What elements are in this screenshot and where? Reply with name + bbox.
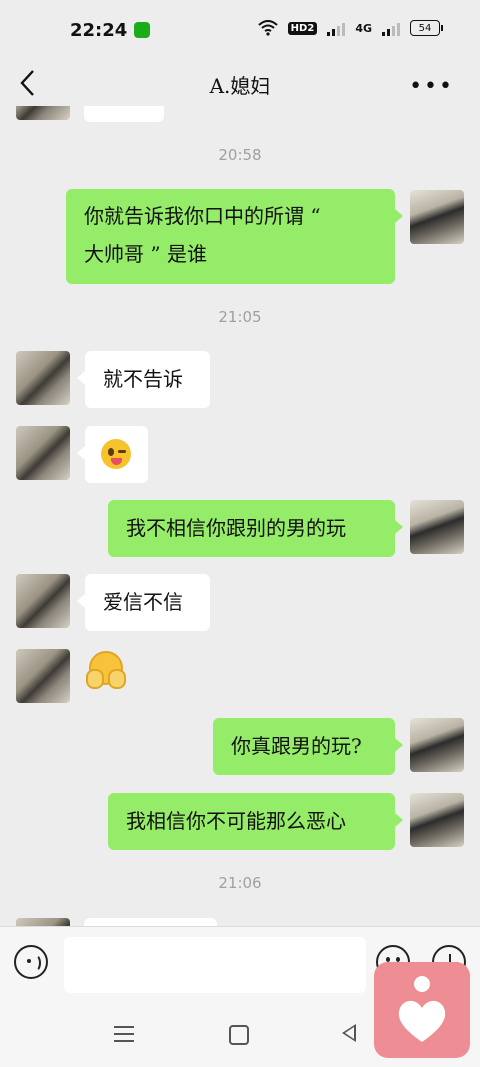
wink-tongue-emoji	[101, 439, 131, 469]
dot-icon	[414, 976, 430, 992]
message-bubble-partial[interactable]	[84, 918, 217, 926]
message-bubble[interactable]: 你就告诉我你口中的所谓 “ 大帅哥 ” 是谁	[66, 189, 403, 284]
message-bubble-partial[interactable]	[84, 106, 164, 122]
timestamp: 20:58	[218, 146, 262, 164]
shush-emoji[interactable]	[86, 651, 126, 691]
contact-avatar[interactable]	[16, 918, 70, 926]
battery-level: 54	[418, 22, 432, 34]
chat-title: A.媳妇	[209, 74, 271, 98]
contact-avatar[interactable]	[16, 426, 70, 480]
my-avatar[interactable]	[410, 500, 464, 554]
message-text: 你真跟男的玩?	[231, 734, 362, 758]
ellipsis-icon: •••	[409, 74, 454, 99]
voice-input-button[interactable]	[14, 945, 48, 979]
my-avatar[interactable]	[410, 793, 464, 847]
message-bubble[interactable]	[77, 426, 148, 483]
status-indicators: HD2 4G 54	[258, 20, 443, 36]
floating-app-icon[interactable]	[374, 962, 470, 1058]
battery-icon: 54	[410, 20, 443, 36]
heart-icon	[398, 1000, 446, 1042]
message-text: 就不告诉	[103, 367, 183, 391]
recents-button[interactable]	[114, 1026, 134, 1042]
signal-icon-2	[382, 20, 400, 36]
wechat-notification-icon	[134, 22, 150, 38]
message-bubble[interactable]: 我相信你不可能那么恶心	[108, 793, 403, 850]
contact-avatar[interactable]	[16, 649, 70, 703]
contact-avatar[interactable]	[16, 574, 70, 628]
hd-badge: HD2	[287, 21, 318, 35]
message-text: 你就告诉我你口中的所谓 “	[84, 204, 321, 228]
system-back-button[interactable]	[342, 1024, 356, 1042]
signal-icon	[327, 20, 346, 36]
timestamp: 21:05	[218, 308, 262, 326]
message-bubble[interactable]: 我不相信你跟别的男的玩	[108, 500, 403, 557]
contact-avatar[interactable]	[16, 351, 70, 405]
message-bubble[interactable]: 你真跟男的玩?	[213, 718, 403, 775]
home-button[interactable]	[229, 1025, 249, 1045]
message-list[interactable]: 20:58 你就告诉我你口中的所谓 “ 大帅哥 ” 是谁 21:05 就不告诉 …	[0, 106, 480, 926]
my-avatar[interactable]	[410, 190, 464, 244]
message-text: 爱信不信	[103, 590, 183, 614]
status-bar: 22:24 HD2 4G 54	[0, 0, 480, 60]
more-options-button[interactable]: •••	[409, 74, 454, 99]
message-text: 大帅哥 ” 是谁	[84, 242, 207, 266]
chat-header: A.媳妇 •••	[0, 60, 480, 106]
my-avatar[interactable]	[410, 718, 464, 772]
contact-avatar[interactable]	[16, 106, 70, 120]
message-text: 我不相信你跟别的男的玩	[126, 516, 346, 540]
hd-sub: 2	[307, 22, 315, 34]
message-text: 我相信你不可能那么恶心	[126, 809, 346, 833]
hd-label: HD	[290, 22, 308, 34]
message-bubble[interactable]: 就不告诉	[77, 351, 210, 408]
message-bubble[interactable]: 爱信不信	[77, 574, 210, 631]
status-time: 22:24	[70, 20, 128, 41]
network-type: 4G	[355, 21, 372, 35]
wifi-icon	[258, 20, 278, 36]
message-input[interactable]	[64, 937, 366, 993]
timestamp: 21:06	[218, 874, 262, 892]
